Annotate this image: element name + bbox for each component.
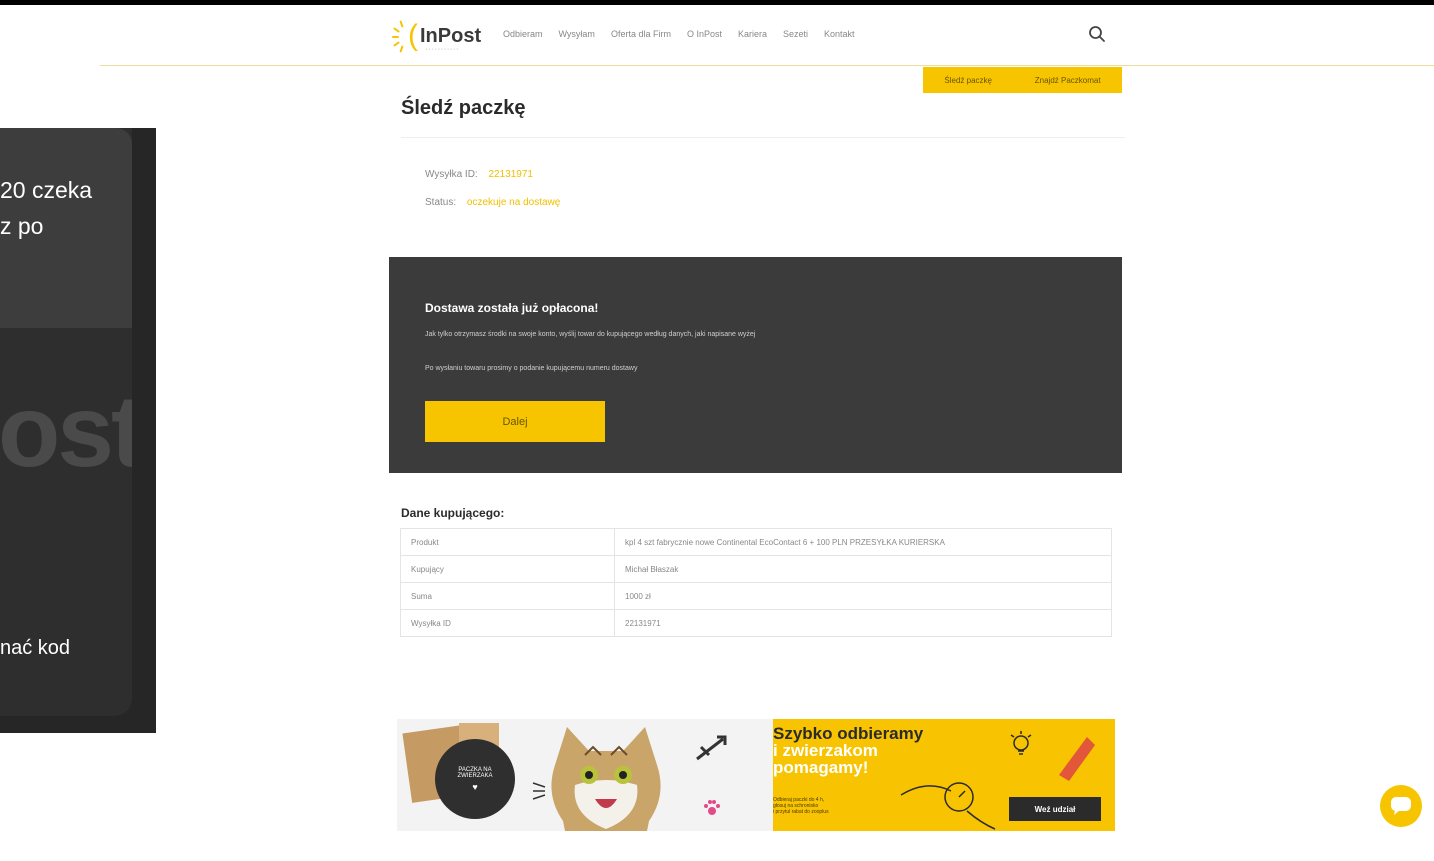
nav-wysylam[interactable]: Wysyłam <box>559 29 595 39</box>
inpost-logo[interactable]: ( InPost · · · · · · · · · · · <box>392 18 481 54</box>
table-row: Produkt kpl 4 szt fabrycznie nowe Contin… <box>400 528 1112 556</box>
buyer-value-buyer: Michał Błaszak <box>614 555 1112 583</box>
tracking-tabs: Śledź paczkę Znajdź Paczkomat <box>923 67 1122 93</box>
webpage: ( InPost · · · · · · · · · · · Odbieram … <box>0 5 1434 861</box>
nav-odbieram[interactable]: Odbieram <box>503 29 543 39</box>
nav-kariera[interactable]: Kariera <box>738 29 767 39</box>
buyer-section-title: Dane kupującego: <box>401 506 505 520</box>
banner-heading-line-2: i zwierzakom <box>773 741 878 760</box>
stopwatch-icon <box>900 782 996 830</box>
card-text-2: Po wysłaniu towaru prosimy o podanie kup… <box>425 365 638 372</box>
logo-text: InPost <box>420 25 482 47</box>
badge-line-2: ZWIERZAKA <box>457 772 493 779</box>
overlay-logo-text: ost <box>0 374 132 488</box>
banner-heading: Szybko odbieramy i zwierzakom pomagamy! <box>773 725 923 776</box>
buyer-label-product: Produkt <box>400 528 615 556</box>
lightbulb-icon <box>1010 731 1032 755</box>
card-text-1: Jak tylko otrzymasz środki na swoje kont… <box>425 331 756 338</box>
tracking-status-row: Status: oczekuje na dostawę <box>425 197 560 208</box>
payment-notice-card: Dostawa została już opłacona! Jak tylko … <box>389 257 1122 473</box>
tab-sledz-paczke[interactable]: Śledź paczkę <box>944 76 992 85</box>
search-icon[interactable] <box>1088 25 1106 43</box>
tracking-id-value: 22131971 <box>488 169 533 180</box>
main-nav: Odbieram Wysyłam Oferta dla Firm O InPos… <box>503 29 855 39</box>
banner-badge: PACZKA NA ZWIERZAKA ♥ <box>435 739 515 819</box>
whisker-marks-icon <box>532 782 546 800</box>
banner-description: Odbieraj paczki do 4 h, głosuj na schron… <box>773 797 829 815</box>
nav-sezeti[interactable]: Sezeti <box>783 29 808 39</box>
logo-subtext: · · · · · · · · · · · <box>426 47 459 53</box>
logo-sun-icon <box>392 20 408 53</box>
banner-image-area: PACZKA NA ZWIERZAKA ♥ <box>397 719 775 831</box>
buyer-table: Produkt kpl 4 szt fabrycznie nowe Contin… <box>400 528 1112 637</box>
bone-toy-icon <box>1059 737 1095 781</box>
overlay-text-2: z po <box>0 213 44 239</box>
fish-icon <box>696 735 727 761</box>
tracking-id-row: Wysyłka ID: 22131971 <box>425 169 533 180</box>
promo-banner[interactable]: PACZKA NA ZWIERZAKA ♥ Szybko odbieramy i… <box>397 719 1115 831</box>
table-row: Kupujący Michał Błaszak <box>400 555 1112 583</box>
tab-znajdz-paczkomat[interactable]: Znajdź Paczkomat <box>1035 76 1101 85</box>
wez-udzial-button[interactable]: Weź udział <box>1009 797 1101 821</box>
header-divider <box>100 65 1434 66</box>
table-row: Wysyłka ID 22131971 <box>400 609 1112 637</box>
overlay-text-1: 20 czeka <box>0 177 93 203</box>
nav-oferta[interactable]: Oferta dla Firm <box>611 29 671 39</box>
heart-icon: ♥ <box>472 781 478 792</box>
table-row: Suma 1000 zł <box>400 582 1112 610</box>
dalej-button[interactable]: Dalej <box>425 401 605 442</box>
buyer-label-buyer: Kupujący <box>400 555 615 583</box>
cat-image <box>551 727 661 831</box>
banner-small-line-3: i przytul rabat do zooplus <box>773 809 829 815</box>
banner-heading-line-1: Szybko odbieramy <box>773 724 924 743</box>
chat-button[interactable] <box>1380 785 1422 827</box>
nav-kontakt[interactable]: Kontakt <box>824 29 855 39</box>
tracking-status-value: oczekuje na dostawę <box>466 197 561 208</box>
tracking-id-label: Wysyłka ID: <box>425 169 478 180</box>
buyer-label-sum: Suma <box>400 582 615 610</box>
logo-paren-icon: ( <box>408 19 418 52</box>
title-divider <box>401 137 1125 138</box>
card-title: Dostawa została już opłacona! <box>425 301 599 315</box>
buyer-value-shipment: 22131971 <box>614 609 1112 637</box>
page-title: Śledź paczkę <box>401 97 526 119</box>
buyer-value-product: kpl 4 szt fabrycznie nowe Continental Ec… <box>614 528 1112 556</box>
chat-bubble-icon <box>1391 797 1411 815</box>
overlay-bottom-text: nać kod <box>0 637 71 659</box>
tracking-status-label: Status: <box>425 197 457 208</box>
paw-icon <box>704 800 720 815</box>
buyer-value-sum: 1000 zł <box>614 582 1112 610</box>
buyer-label-shipment: Wysyłka ID <box>400 609 615 637</box>
nav-o-inpost[interactable]: O InPost <box>687 29 722 39</box>
